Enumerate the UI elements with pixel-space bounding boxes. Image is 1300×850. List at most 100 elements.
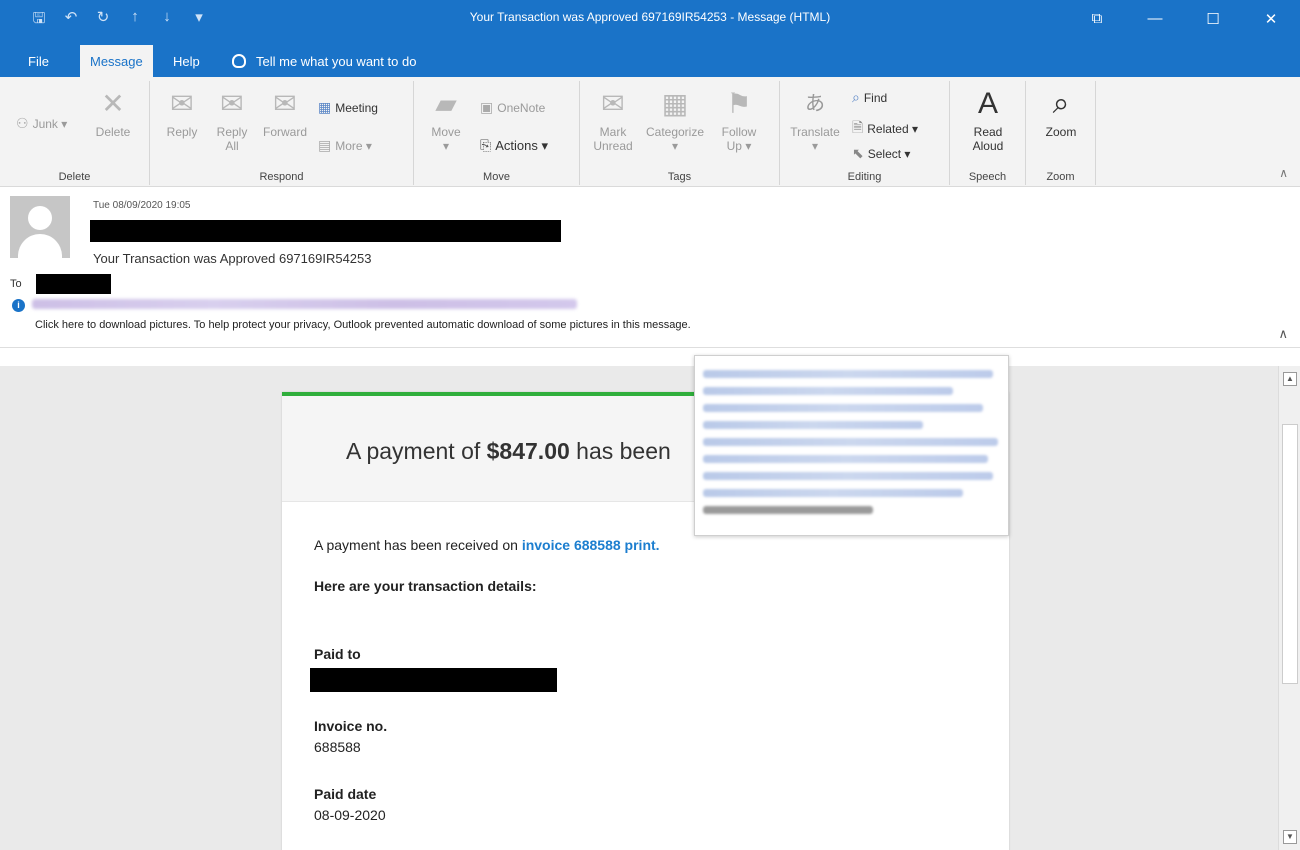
scroll-up-icon[interactable]: ▲ <box>1283 372 1297 386</box>
more-respond-button[interactable]: ▤ More ▾ <box>318 137 372 154</box>
reply-label: Reply <box>166 125 198 139</box>
group-label-tags: Tags <box>667 171 692 183</box>
categorize-label-1: Categorize <box>645 125 705 139</box>
mark-unread-icon: ✉ <box>601 88 625 119</box>
sent-date: Tue 08/09/2020 19:05 <box>93 200 191 211</box>
onenote-button[interactable]: ▣ OneNote <box>480 99 545 116</box>
reply-all-icon: ✉ <box>220 88 244 119</box>
mark-label-1: Mark <box>599 125 627 139</box>
translate-button[interactable]: あ Translate ▾ <box>784 87 846 153</box>
blurred-url-line <box>703 438 998 446</box>
maximize-icon[interactable]: ☐ <box>1184 0 1242 37</box>
follow-label-2: Up ▾ <box>726 139 752 153</box>
delete-label: Delete <box>95 125 131 139</box>
sender-avatar <box>10 196 70 258</box>
reply-all-label-2: All <box>225 139 239 153</box>
more-label: More ▾ <box>335 138 372 153</box>
blurred-url-line <box>703 370 993 378</box>
ribbon: ⚇ Junk ▾ ✕ Delete Delete ✉ Reply ✉ Reply… <box>0 77 1300 187</box>
payment-headline: A payment of $847.00 has been <box>346 438 671 465</box>
invoice-link[interactable]: invoice 688588 print. <box>522 537 660 553</box>
move-label: Move <box>431 125 461 139</box>
collapse-header-icon[interactable]: ∧ <box>1278 326 1288 342</box>
group-label-delete: Delete <box>58 171 91 183</box>
reply-all-button[interactable]: ✉ Reply All <box>212 87 252 154</box>
paid-date-value: 08-09-2020 <box>314 807 386 823</box>
select-label: Select ▾ <box>867 146 911 161</box>
avatar-body <box>18 234 62 258</box>
select-button[interactable]: ⬉ Select ▾ <box>852 145 910 162</box>
received-text: A payment has been received on invoice 6… <box>314 537 660 553</box>
blurred-follow-link-hint <box>703 506 873 514</box>
translate-icon: あ <box>805 93 825 115</box>
minimize-icon[interactable]: — <box>1126 0 1184 37</box>
meeting-button[interactable]: ▦ Meeting <box>318 99 378 116</box>
blurred-url-line <box>703 387 953 395</box>
categorize-button[interactable]: ▦ Categorize ▾ <box>642 87 708 154</box>
group-label-respond: Respond <box>259 171 304 183</box>
download-pictures-notice[interactable]: Click here to download pictures. To help… <box>35 319 691 331</box>
related-label: Related ▾ <box>867 122 918 136</box>
tell-me-search[interactable]: Tell me what you want to do <box>232 45 416 77</box>
read-label-2: Aloud <box>972 139 1004 153</box>
lightbulb-icon <box>232 54 246 68</box>
avatar-head <box>28 206 52 230</box>
vertical-scrollbar[interactable]: ▲ ▼ <box>1278 366 1300 850</box>
reply-all-label-1: Reply <box>216 125 248 139</box>
redacted-recipient <box>36 274 111 294</box>
ribbon-group-tags: ✉ Mark Unread ▦ Categorize ▾ ⚑ Follow Up… <box>580 81 780 185</box>
junk-button[interactable]: ⚇ Junk ▾ <box>16 115 67 132</box>
meeting-icon: ▦ <box>318 99 332 115</box>
related-button[interactable]: 🗎 Related ▾ <box>852 117 918 141</box>
read-aloud-icon: A <box>977 87 998 120</box>
ribbon-display-icon[interactable]: ⧉ <box>1068 0 1126 37</box>
forward-label: Forward <box>262 125 307 139</box>
ribbon-group-delete: ⚇ Junk ▾ ✕ Delete Delete <box>0 81 150 185</box>
reply-icon: ✉ <box>170 88 194 119</box>
message-header: Tue 08/09/2020 19:05 Your Transaction wa… <box>0 188 1300 348</box>
blurred-url-line <box>703 489 963 497</box>
translate-arrow: ▾ <box>811 139 819 153</box>
categorize-label-2: ▾ <box>671 139 679 153</box>
find-icon: ⌕ <box>852 89 860 105</box>
mark-unread-button[interactable]: ✉ Mark Unread <box>588 87 638 154</box>
link-tooltip <box>694 355 1009 536</box>
group-label-move: Move <box>483 171 510 183</box>
find-label: Find <box>863 90 888 105</box>
find-button[interactable]: ⌕ Find <box>852 89 887 106</box>
paid-to-label: Paid to <box>314 646 361 662</box>
move-folder-icon: ▰ <box>435 88 457 119</box>
blurred-url-line <box>703 421 923 429</box>
zoom-icon: ⌕ <box>1052 87 1070 120</box>
tab-help[interactable]: Help <box>163 45 210 77</box>
message-body: A payment of $847.00 has been A payment … <box>0 366 1278 850</box>
blurred-view-in-browser-notice[interactable] <box>32 299 577 309</box>
to-label: To <box>10 278 22 290</box>
details-heading: Here are your transaction details: <box>314 578 537 594</box>
scroll-down-icon[interactable]: ▼ <box>1283 830 1297 844</box>
forward-button[interactable]: ✉ Forward <box>260 87 310 140</box>
reply-button[interactable]: ✉ Reply <box>162 87 202 140</box>
tab-message[interactable]: Message <box>80 45 153 77</box>
blurred-url-line <box>703 455 988 463</box>
follow-up-button[interactable]: ⚑ Follow Up ▾ <box>714 87 764 154</box>
paid-date-label: Paid date <box>314 786 377 802</box>
tab-file[interactable]: File <box>18 45 59 77</box>
blurred-url-line <box>703 472 993 480</box>
actions-button[interactable]: ⎘ Actions ▾ <box>480 137 548 154</box>
actions-icon: ⎘ <box>480 137 492 153</box>
move-arrow: ▾ <box>442 139 450 153</box>
collapse-ribbon-icon[interactable]: ∧ <box>1279 166 1288 180</box>
scroll-thumb[interactable] <box>1282 424 1298 684</box>
ribbon-group-editing: あ Translate ▾ ⌕ Find 🗎 Related ▾ ⬉ Selec… <box>780 81 950 185</box>
follow-label-1: Follow <box>721 125 757 139</box>
ribbon-group-move: ▰ Move ▾ ▣ OneNote ⎘ Actions ▾ Move <box>414 81 580 185</box>
delete-button[interactable]: ✕ Delete <box>90 87 136 140</box>
onenote-label: OneNote <box>497 100 546 115</box>
mark-label-2: Unread <box>593 139 633 153</box>
read-aloud-button[interactable]: A Read Aloud <box>964 87 1012 154</box>
blurred-url-line <box>703 404 983 412</box>
move-button[interactable]: ▰ Move ▾ <box>426 87 466 154</box>
close-icon[interactable]: ✕ <box>1242 0 1300 37</box>
zoom-button[interactable]: ⌕ Zoom <box>1036 87 1086 140</box>
